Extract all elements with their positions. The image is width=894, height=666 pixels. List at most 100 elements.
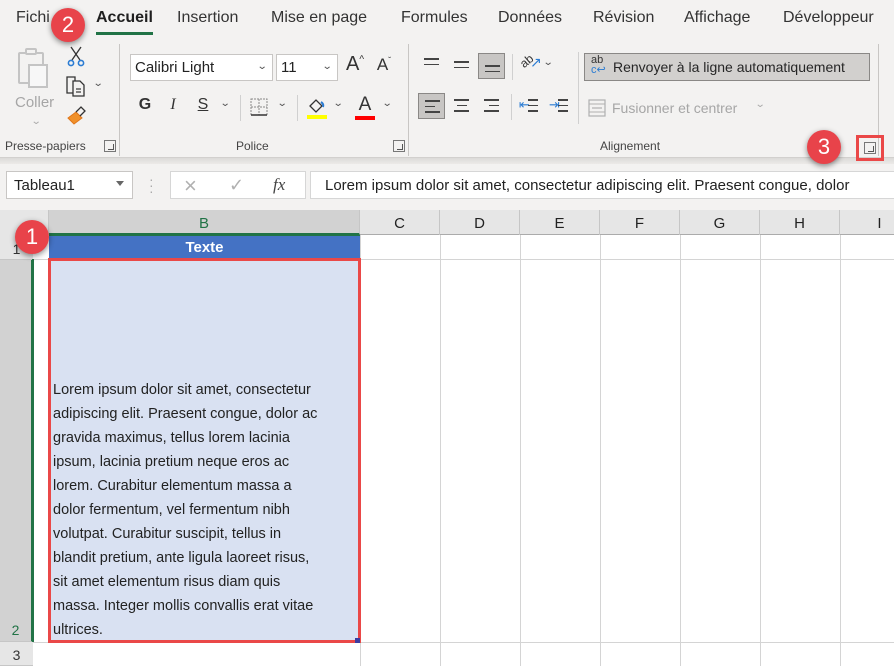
merge-center-button[interactable]: Fusionner et centrer ⌄ xyxy=(586,95,776,121)
align-bottom-button[interactable] xyxy=(478,53,505,79)
fill-color-icon xyxy=(307,99,327,119)
italic-button[interactable]: I xyxy=(163,96,183,120)
table-header-cell[interactable]: Texte xyxy=(49,235,360,259)
orientation-button[interactable]: ab ↗ ⌄ xyxy=(517,51,558,78)
paste-button[interactable]: Coller ⌄ xyxy=(10,46,62,127)
chevron-down-icon: ⌄ xyxy=(321,61,333,72)
clipboard-dialog-launcher[interactable] xyxy=(104,140,116,152)
underline-button[interactable]: S xyxy=(193,96,213,120)
formula-buttons: × ✓ fx xyxy=(170,171,306,199)
row-header-3[interactable]: 3 xyxy=(0,642,33,666)
align-middle-icon xyxy=(454,61,469,72)
column-header-h[interactable]: H xyxy=(760,210,840,235)
align-left-button[interactable] xyxy=(418,93,445,119)
callout-badge-1: 1 xyxy=(15,220,49,254)
cell-text-line: gravida maximus, tellus lorem lacinia xyxy=(53,430,290,446)
font-color-button[interactable]: A xyxy=(354,94,376,122)
fill-color-chevron-icon[interactable]: ⌄ xyxy=(333,98,344,109)
column-headers: B C D E F G H I xyxy=(0,210,894,235)
font-dialog-launcher[interactable] xyxy=(393,140,405,152)
tab-revision[interactable]: Révision xyxy=(593,9,654,27)
borders-button[interactable] xyxy=(249,97,271,119)
cut-button[interactable] xyxy=(66,45,88,67)
align-center-icon xyxy=(454,99,469,116)
ribbon-tab-bar: Fichi Accueil Insertion Mise en page For… xyxy=(0,0,894,40)
tab-accueil[interactable]: Accueil xyxy=(96,9,153,35)
tab-insertion[interactable]: Insertion xyxy=(177,9,238,27)
insert-function-icon[interactable]: fx xyxy=(273,175,285,195)
drag-handle-icon[interactable]: · · · xyxy=(149,172,154,198)
borders-chevron-icon[interactable]: ⌄ xyxy=(277,98,288,109)
tab-formules[interactable]: Formules xyxy=(401,9,468,27)
gridline xyxy=(760,235,761,666)
align-center-button[interactable] xyxy=(448,93,475,119)
formula-input[interactable]: Lorem ipsum dolor sit amet, consectetur … xyxy=(310,171,894,199)
gridline xyxy=(360,235,361,666)
orientation-arrow-icon: ↗ xyxy=(530,54,542,70)
chevron-down-icon: ⌄ xyxy=(256,61,268,72)
cell-text-line: adipiscing elit. Praesent congue, dolor … xyxy=(53,406,318,422)
grow-font-icon: A xyxy=(345,53,360,75)
cell-text-line: massa. Integer mollis convallis erat vit… xyxy=(53,598,314,614)
separator xyxy=(297,95,298,121)
decrease-indent-button[interactable]: ⇤ xyxy=(516,93,543,119)
column-header-i[interactable]: I xyxy=(840,210,894,235)
separator xyxy=(512,54,513,80)
column-header-f[interactable]: F xyxy=(600,210,680,235)
column-header-b[interactable]: B xyxy=(49,210,360,235)
chevron-down-icon: ⌄ xyxy=(92,78,104,89)
font-size-dropdown[interactable]: 11 ⌄ xyxy=(276,54,338,81)
align-top-button[interactable] xyxy=(418,53,445,79)
fill-color-button[interactable] xyxy=(306,96,328,120)
clipboard-group-label: Presse-papiers xyxy=(5,139,86,153)
cell-text-line: blandit pretium, ante ligula laoreet ris… xyxy=(53,550,310,566)
grow-font-button[interactable]: A^ xyxy=(344,53,366,79)
format-painter-button[interactable] xyxy=(66,104,88,126)
tab-fichier[interactable]: Fichi xyxy=(16,9,50,27)
tab-mise-en-page[interactable]: Mise en page xyxy=(271,9,367,27)
align-bottom-icon xyxy=(485,65,500,76)
font-color-swatch xyxy=(355,116,375,120)
separator xyxy=(240,95,241,121)
tab-donnees[interactable]: Données xyxy=(498,9,562,27)
gridline xyxy=(33,642,894,643)
font-color-chevron-icon[interactable]: ⌄ xyxy=(382,98,393,109)
cell-text-line: volutpat. Curabitur suscipit, tellus in xyxy=(53,526,282,542)
wrap-text-label: Renvoyer à la ligne automatiquement xyxy=(613,59,845,75)
align-right-icon xyxy=(484,99,499,116)
copy-button[interactable]: ⌄ xyxy=(64,74,104,98)
shrink-font-button[interactable]: Aˇ xyxy=(373,55,395,81)
name-box[interactable]: Tableau1 xyxy=(6,171,133,199)
column-header-e[interactable]: E xyxy=(520,210,600,235)
font-name-dropdown[interactable]: Calibri Light ⌄ xyxy=(130,54,273,81)
increase-indent-button[interactable]: ⇥ xyxy=(546,93,573,119)
gridline xyxy=(840,235,841,666)
gridline xyxy=(680,235,681,666)
cancel-icon[interactable]: × xyxy=(184,173,197,199)
selected-text-cell[interactable]: Lorem ipsum dolor sit amet, consectetur a… xyxy=(49,260,360,642)
name-box-dropdown-icon xyxy=(116,181,124,186)
paste-label: Coller xyxy=(15,94,55,111)
font-color-icon: A xyxy=(358,94,372,115)
tab-developpeur[interactable]: Développeur xyxy=(783,9,874,27)
enter-icon[interactable]: ✓ xyxy=(229,175,244,196)
column-header-g[interactable]: G xyxy=(680,210,760,235)
wrap-text-button[interactable]: ab c↩ Renvoyer à la ligne automatiquement xyxy=(584,53,870,81)
name-box-value: Tableau1 xyxy=(14,177,75,194)
formula-bar: Tableau1 · · · × ✓ fx Lorem ipsum dolor si… xyxy=(0,164,894,210)
wrap-text-icon: ab c↩ xyxy=(591,54,606,76)
chevron-down-icon: ⌄ xyxy=(30,116,42,127)
row-header-2[interactable]: 2 xyxy=(0,260,33,642)
column-header-d[interactable]: D xyxy=(440,210,520,235)
align-top-icon xyxy=(424,58,439,69)
fill-handle[interactable] xyxy=(355,638,360,643)
font-group-label: Police xyxy=(236,139,269,153)
column-header-c[interactable]: C xyxy=(360,210,440,235)
bold-button[interactable]: G xyxy=(135,96,155,120)
align-middle-button[interactable] xyxy=(448,53,475,79)
tab-affichage[interactable]: Affichage xyxy=(684,9,750,27)
align-right-button[interactable] xyxy=(478,93,505,119)
underline-chevron-icon[interactable]: ⌄ xyxy=(220,98,231,109)
gridline xyxy=(520,235,521,666)
cell-text-line: ultrices. xyxy=(53,622,103,638)
